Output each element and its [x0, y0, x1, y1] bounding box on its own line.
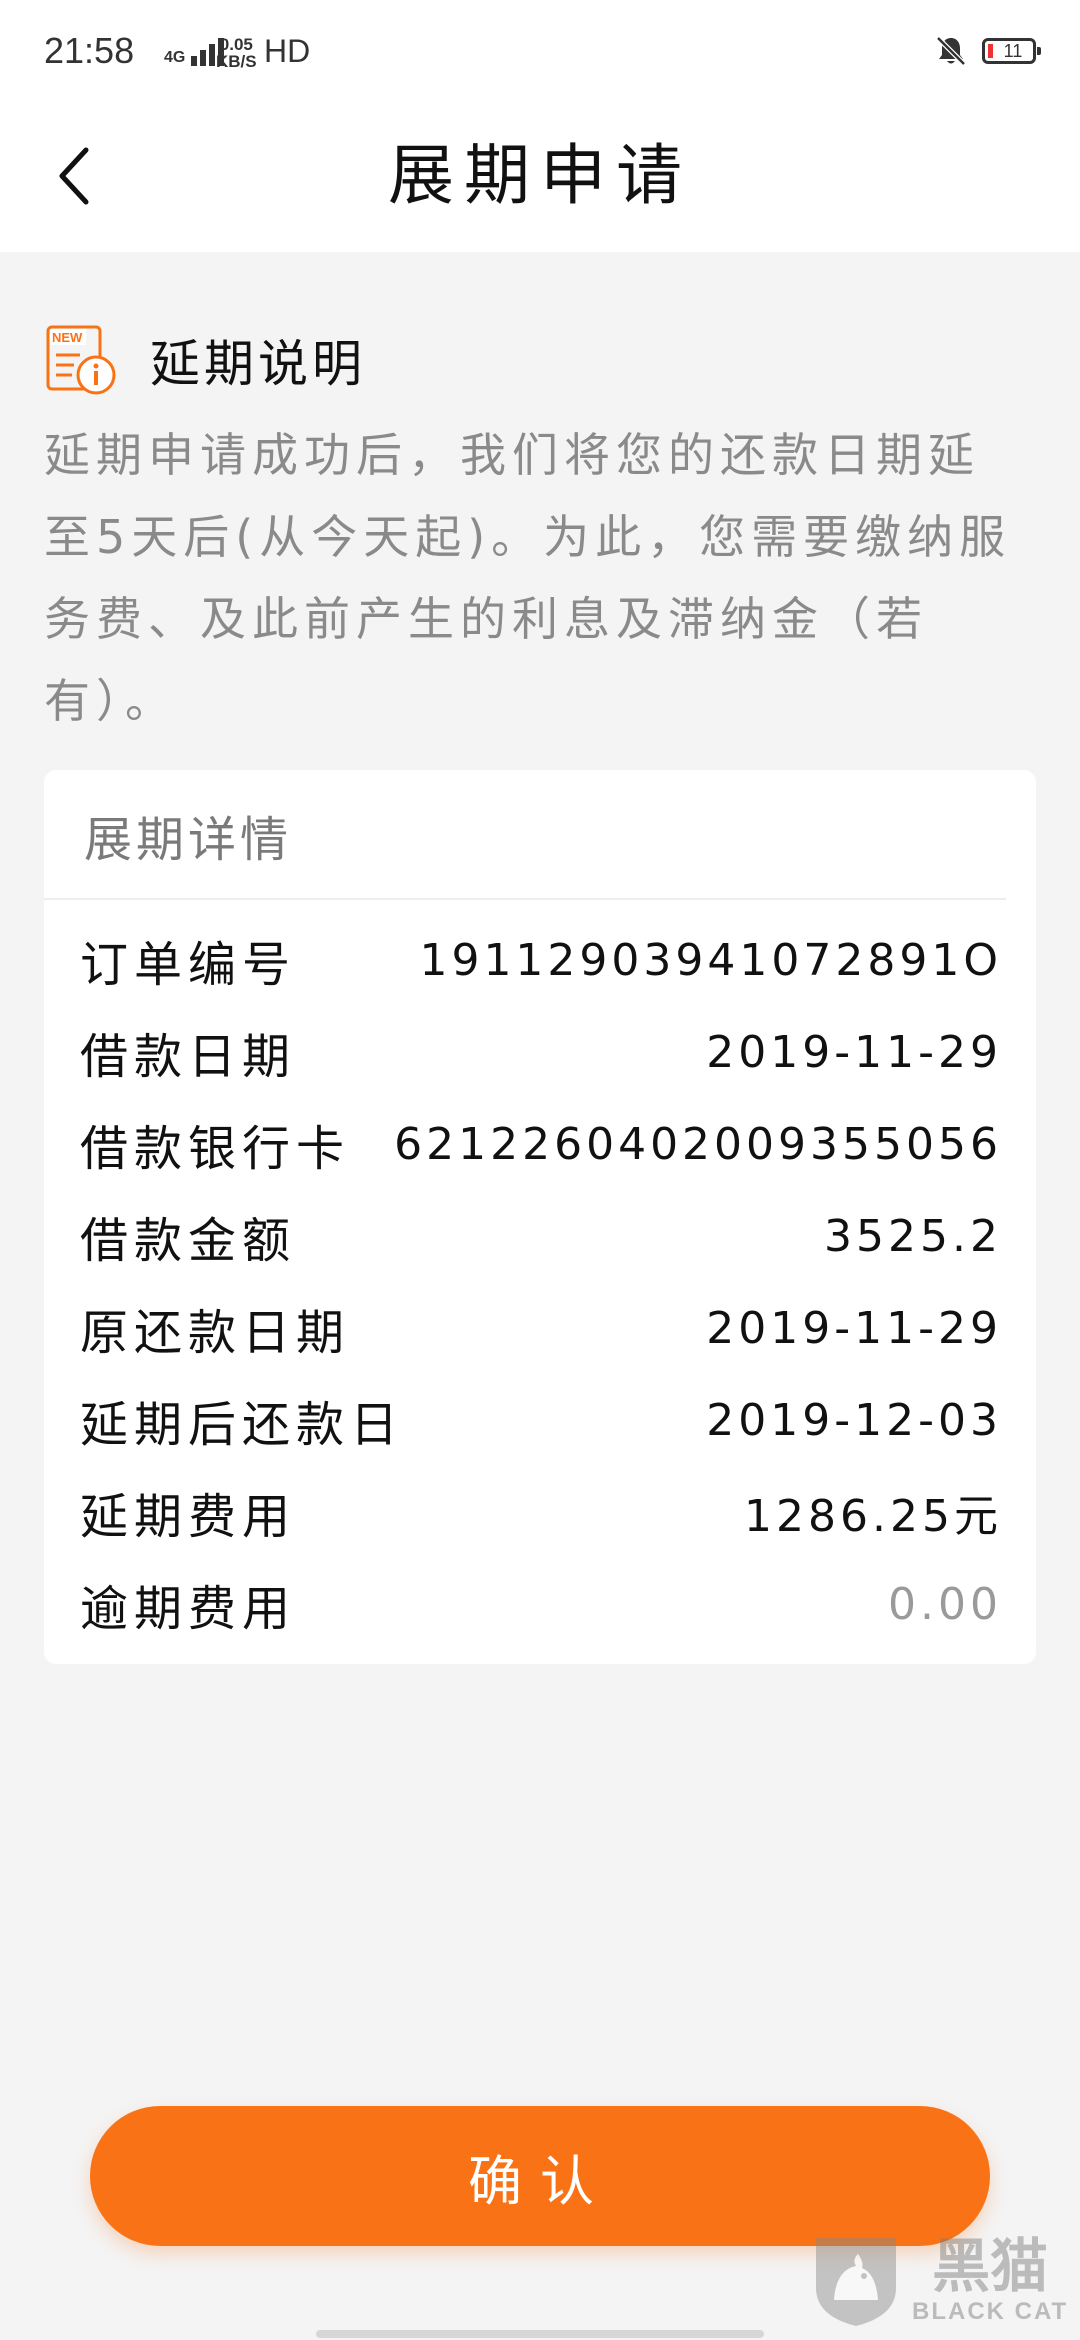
detail-value: 19112903941072891O [419, 934, 1002, 986]
status-right: 11 [934, 34, 1041, 68]
detail-value: 2019-11-29 [706, 1026, 1002, 1078]
detail-label: 延期后还款日 [80, 1397, 405, 1453]
detail-row-extended-due-date: 延期后还款日 2019-12-03 [80, 1380, 1002, 1460]
detail-label: 借款金额 [80, 1213, 297, 1269]
detail-value: 2019-12-03 [706, 1394, 1002, 1446]
nav-bar: 展期申请 [0, 108, 1080, 252]
detail-value: 0.00 [888, 1578, 1002, 1630]
notice-body: 延期申请成功后，我们将您的还款日期延至5天后(从今天起)。为此，您需要缴纳服务费… [44, 428, 1012, 728]
new-info-icon: NEW [46, 325, 116, 395]
detail-row-overdue-fee: 逾期费用 0.00 [80, 1564, 1002, 1644]
network-speed-unit: KB/S [216, 52, 257, 71]
detail-label: 原还款日期 [80, 1305, 351, 1361]
top-area: 21:58 4G 0.05 KB/S HD 11 展期申请 [0, 0, 1080, 252]
detail-label: 订单编号 [80, 937, 297, 993]
detail-row-bank-card: 借款银行卡 6212260402009355056 [80, 1104, 1002, 1184]
detail-label: 借款银行卡 [80, 1121, 351, 1177]
watermark-cn: 黑猫 [932, 2232, 1049, 2300]
svg-text:NEW: NEW [52, 330, 83, 345]
detail-value: 3525.2 [824, 1210, 1002, 1262]
detail-label: 逾期费用 [80, 1581, 297, 1637]
battery-icon: 11 [982, 38, 1041, 64]
detail-row-original-due-date: 原还款日期 2019-11-29 [80, 1288, 1002, 1368]
network-type: 4G [164, 49, 186, 66]
watermark-en: BLACK CAT [912, 2298, 1069, 2325]
detail-label: 借款日期 [80, 1029, 297, 1085]
notice-header: NEW 延期说明 [44, 320, 1036, 400]
network-speed-value: 0.05 [219, 35, 253, 54]
black-cat-logo-icon [816, 2238, 896, 2326]
mute-bell-icon [936, 36, 966, 66]
page-title: 展期申请 [388, 137, 692, 214]
detail-label: 延期费用 [80, 1489, 297, 1545]
detail-value: 6212260402009355056 [394, 1118, 1002, 1170]
notice-title: 延期说明 [150, 335, 366, 393]
detail-value: 1286.25元 [744, 1491, 1002, 1542]
home-indicator[interactable] [316, 2330, 764, 2338]
detail-card-title: 展期详情 [84, 812, 293, 868]
status-time: 21:58 [44, 30, 135, 71]
detail-row-loan-date: 借款日期 2019-11-29 [80, 1012, 1002, 1092]
status-bar: 21:58 4G 0.05 KB/S HD 11 [0, 0, 1080, 108]
detail-row-loan-amount: 借款金额 3525.2 [80, 1196, 1002, 1276]
notice-section: NEW 延期说明 延期申请成功后，我们将您的还款日期延至5天后(从今天起)。为此… [44, 320, 1036, 742]
divider [44, 898, 1006, 900]
battery-level: 11 [1003, 40, 1023, 61]
watermark: 黑猫 BLACK CAT [806, 2224, 1076, 2336]
network-speed: 0.05 KB/S [216, 36, 257, 70]
hd-indicator: HD [264, 33, 311, 69]
watermark-text: 黑猫 BLACK CAT [912, 2234, 1068, 2326]
detail-row-extension-fee: 延期费用 1286.25元 [80, 1472, 1002, 1552]
detail-row-order-number: 订单编号 19112903941072891O [80, 920, 1002, 1000]
detail-value: 2019-11-29 [706, 1302, 1002, 1354]
detail-card: 展期详情 订单编号 19112903941072891O 借款日期 2019-1… [44, 770, 1036, 1664]
